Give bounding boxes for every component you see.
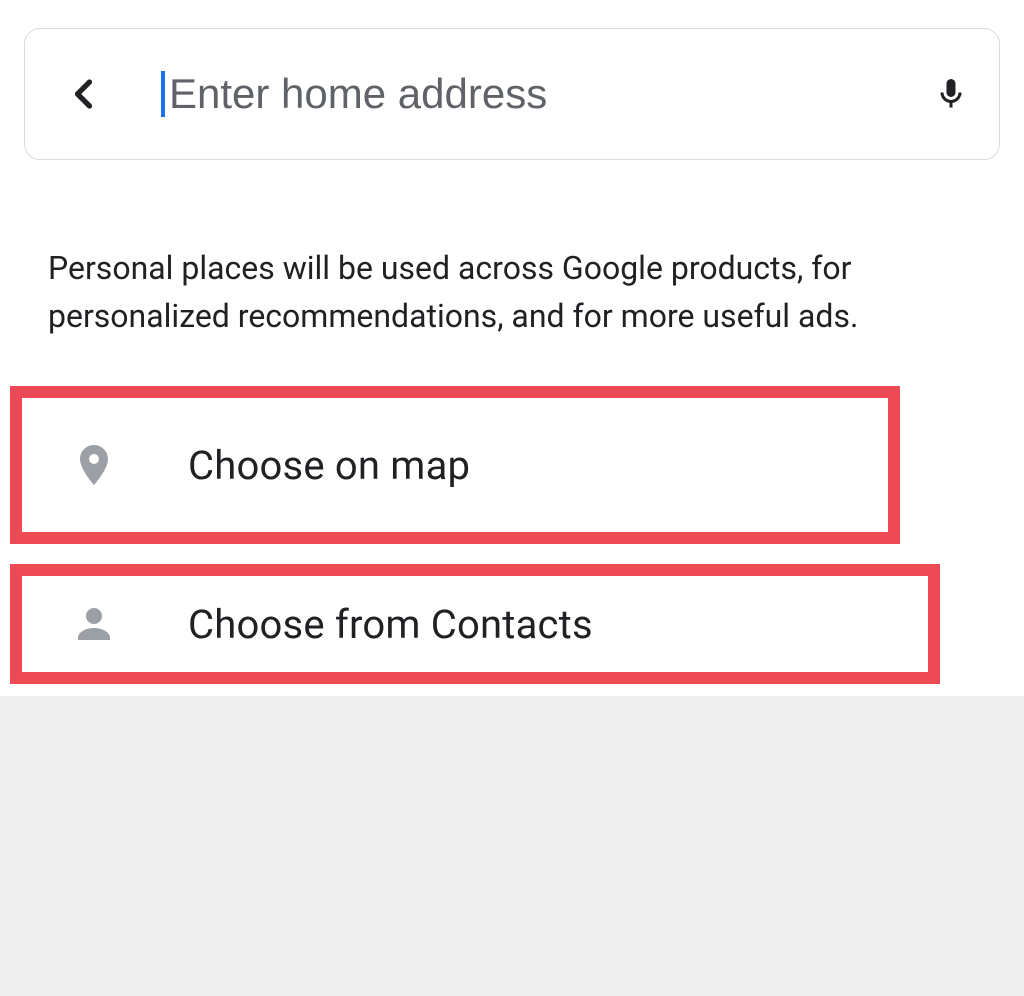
search-input-wrap bbox=[161, 70, 927, 118]
choose-on-map-option[interactable]: Choose on map bbox=[10, 386, 900, 544]
map-pin-icon bbox=[66, 437, 122, 493]
info-text: Personal places will be used across Goog… bbox=[48, 244, 976, 340]
search-bar bbox=[24, 28, 1000, 160]
choose-from-contacts-label: Choose from Contacts bbox=[188, 601, 593, 648]
keyboard-area bbox=[0, 696, 1024, 996]
back-icon[interactable] bbox=[65, 74, 105, 114]
choose-from-contacts-option[interactable]: Choose from Contacts bbox=[10, 564, 940, 684]
choose-on-map-label: Choose on map bbox=[188, 442, 470, 489]
person-icon bbox=[66, 596, 122, 652]
microphone-icon[interactable] bbox=[927, 70, 975, 118]
options-list: Choose on map Choose from Contacts bbox=[0, 386, 1024, 684]
text-cursor bbox=[161, 71, 165, 117]
address-input[interactable] bbox=[161, 70, 927, 118]
